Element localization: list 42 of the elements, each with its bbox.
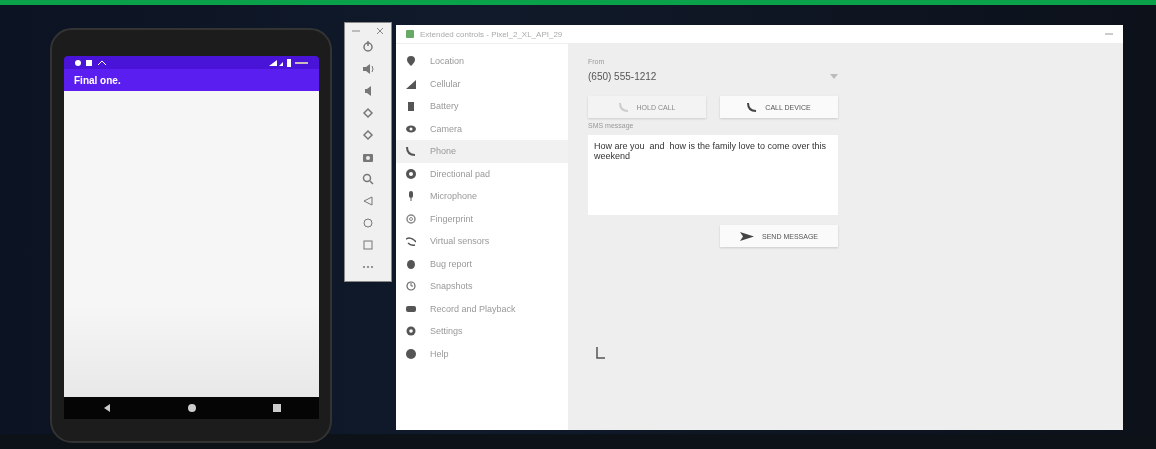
dpad-icon — [406, 168, 416, 179]
window-title: Extended controls - Pixel_2_XL_API_29 — [420, 29, 563, 39]
signal-icon — [406, 78, 416, 89]
sidebar-item[interactable]: Location — [396, 50, 568, 73]
volume-down-icon[interactable] — [362, 85, 374, 97]
phone-icon — [406, 146, 416, 157]
camera-icon[interactable] — [362, 151, 374, 163]
sidebar-item[interactable]: Battery — [396, 95, 568, 118]
home-icon[interactable] — [187, 404, 196, 412]
sidebar-item[interactable]: Directional pad — [396, 162, 568, 185]
app-icon — [406, 30, 414, 38]
sidebar-item[interactable]: Fingerprint — [396, 207, 568, 230]
sidebar-item[interactable]: Snapshots — [396, 275, 568, 298]
battery-icon — [406, 101, 416, 112]
app-title: Final one. — [74, 74, 121, 86]
recents-icon[interactable] — [272, 404, 281, 412]
eye-icon — [406, 123, 416, 134]
phone-icon — [747, 102, 758, 112]
phone-icon — [618, 102, 629, 112]
sidebar-item[interactable]: Microphone — [396, 185, 568, 208]
sms-message-field[interactable]: How are you and how is the family love to come over this weekend — [588, 135, 838, 215]
sidebar-item[interactable]: Phone — [396, 140, 568, 163]
caret-icon — [830, 74, 838, 79]
power-icon[interactable] — [362, 41, 374, 53]
signal-battery-icons — [269, 58, 309, 67]
sidebar-item[interactable]: Bug report — [396, 252, 568, 275]
sidebar-item[interactable]: Help — [396, 342, 568, 365]
location-pin-icon — [406, 56, 416, 67]
zoom-icon[interactable] — [362, 173, 374, 185]
microphone-icon — [406, 191, 416, 202]
clock-icon — [406, 281, 416, 292]
sidebar-item[interactable]: Record and Playback — [396, 297, 568, 320]
volume-up-icon[interactable] — [362, 63, 374, 75]
sidebar-item[interactable]: Camera — [396, 117, 568, 140]
sidebar-item[interactable]: Cellular — [396, 72, 568, 95]
sidebar-item[interactable]: Settings — [396, 320, 568, 343]
back-icon[interactable] — [102, 404, 111, 412]
overview-icon[interactable] — [362, 239, 374, 251]
close-icon[interactable] — [376, 27, 384, 35]
sidebar-item[interactable]: Virtual sensors — [396, 230, 568, 253]
from-dropdown[interactable]: (650) 555-1212 — [588, 69, 838, 92]
send-icon — [740, 231, 754, 241]
